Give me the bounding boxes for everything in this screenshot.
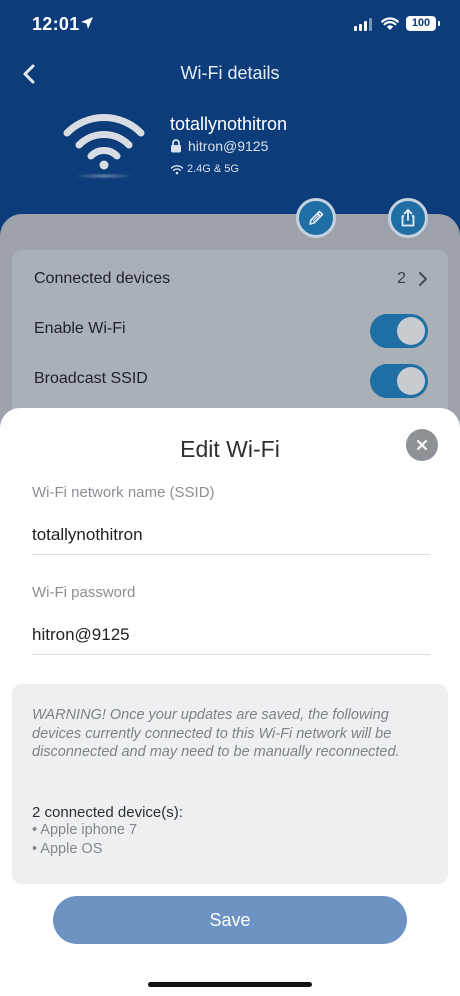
nav-bar: Wi-Fi details: [0, 52, 460, 96]
wifi-small-icon: [170, 164, 184, 174]
connected-devices-title: 2 connected device(s):: [32, 804, 183, 821]
location-arrow-icon: [81, 17, 93, 29]
password-field-label: Wi-Fi password: [32, 584, 136, 601]
wifi-status-icon: [381, 17, 399, 30]
network-password: hitron@9125: [188, 138, 269, 154]
edit-wifi-button[interactable]: [296, 198, 336, 238]
status-bar: 12:01 100: [0, 0, 460, 50]
broadcast-ssid-row: Broadcast SSID: [12, 354, 448, 404]
chevron-right-icon: [418, 271, 428, 287]
password-field[interactable]: [32, 615, 430, 655]
warning-box: WARNING! Once your updates are saved, th…: [12, 684, 448, 884]
network-ssid: totallynothitron: [170, 114, 288, 134]
broadcast-ssid-toggle[interactable]: [370, 364, 428, 398]
ssid-field-label: Wi-Fi network name (SSID): [32, 484, 215, 501]
enable-wifi-row: Enable Wi-Fi: [12, 304, 448, 354]
connected-devices-row[interactable]: Connected devices 2: [12, 254, 448, 304]
network-bands: 2.4G & 5G: [187, 163, 239, 175]
device-list-item: • Apple OS: [32, 841, 103, 857]
edit-wifi-sheet: Edit Wi-Fi Wi-Fi network name (SSID) Wi-…: [0, 408, 460, 996]
lock-icon: [171, 139, 181, 153]
enable-wifi-label: Enable Wi-Fi: [34, 320, 126, 337]
network-password-row: hitron@9125: [170, 138, 268, 154]
page-title: Wi-Fi details: [180, 63, 280, 83]
wifi-large-icon: [63, 114, 145, 179]
battery-indicator: 100: [406, 16, 440, 31]
home-indicator: [148, 982, 312, 987]
ssid-field[interactable]: [32, 515, 430, 555]
connected-devices-label: Connected devices: [34, 270, 171, 287]
share-icon: [401, 209, 415, 227]
network-bands-row: 2.4G & 5G: [170, 163, 239, 175]
status-time: 12:01: [32, 14, 80, 34]
device-list-item: • Apple iphone 7: [32, 822, 138, 838]
warning-text: WARNING! Once your updates are saved, th…: [32, 707, 400, 760]
save-button[interactable]: Save: [53, 896, 407, 944]
pencil-icon: [309, 210, 324, 225]
network-summary: totallynothitron hitron@9125 2.4G & 5G: [0, 108, 460, 198]
settings-card: Connected devices 2 Enable Wi-Fi Broadca…: [12, 250, 448, 420]
broadcast-ssid-label: Broadcast SSID: [34, 370, 148, 387]
connected-devices-count: 2: [397, 270, 406, 287]
share-button[interactable]: [388, 198, 428, 238]
close-icon: [417, 440, 427, 450]
enable-wifi-toggle[interactable]: [370, 314, 428, 348]
sheet-title: Edit Wi-Fi: [180, 436, 280, 462]
close-button[interactable]: [406, 429, 438, 461]
cellular-signal-icon: [354, 18, 372, 31]
